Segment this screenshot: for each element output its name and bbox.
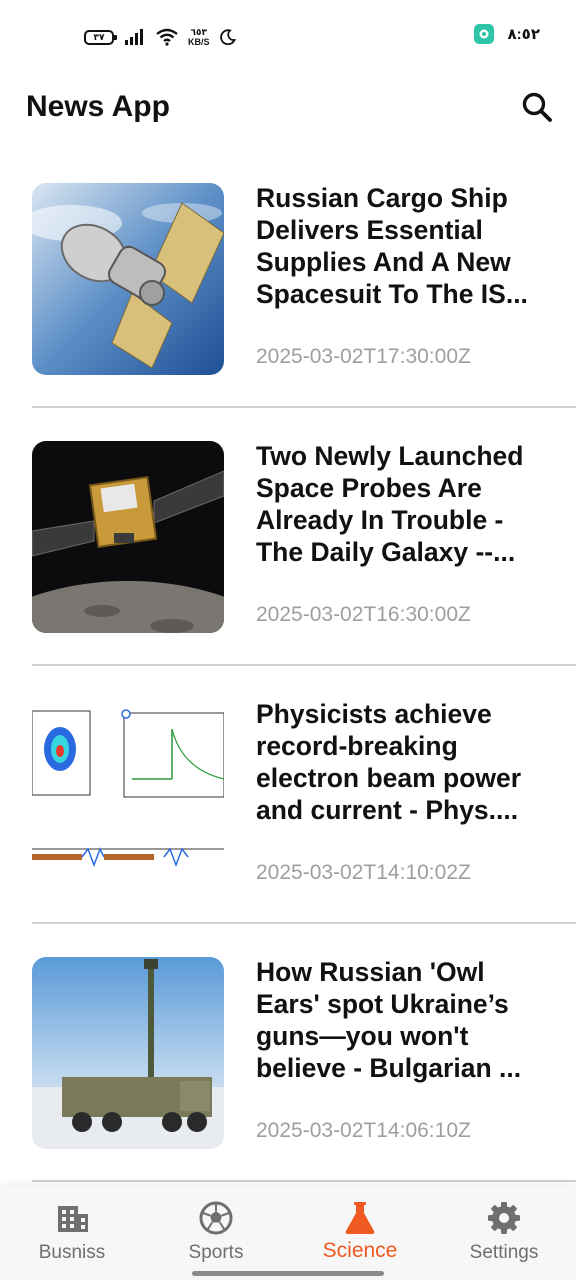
article-thumbnail (32, 183, 224, 375)
nav-item-settings[interactable]: Settings (432, 1186, 576, 1280)
article-timestamp: 2025-03-02T14:10:02Z (256, 861, 471, 884)
status-icons: ٣٧ ٦٥٣ KB/S (84, 26, 236, 48)
battery-icon: ٣٧ (84, 29, 117, 45)
net-speed-unit: KB/S (188, 37, 210, 47)
article-title: Physicists achieve record-breaking elect… (256, 699, 522, 825)
news-item[interactable]: How Russian 'Owl Ears' spot Ukraine’s gu… (0, 924, 576, 1182)
gear-icon (488, 1202, 520, 1234)
article-thumbnail (32, 957, 224, 1149)
nav-label: Busniss (38, 1242, 106, 1263)
app-title: News App (26, 90, 170, 123)
wifi-icon (156, 28, 178, 46)
nav-label: Sports (188, 1242, 244, 1263)
news-item[interactable]: Two Newly Launched Space Probes Are Alre… (0, 408, 576, 666)
article-title: Russian Cargo Ship Delivers Essential Su… (256, 183, 528, 309)
nav-item-science[interactable]: Science (288, 1186, 432, 1280)
article-timestamp: 2025-03-02T16:30:00Z (256, 603, 471, 626)
bottom-navigation: Busniss Sports Science Settings (0, 1186, 576, 1280)
article-timestamp: 2025-03-02T14:06:10Z (256, 1119, 471, 1142)
net-speed-value: ٦٥٣ (190, 27, 207, 37)
nav-item-business[interactable]: Busniss (0, 1186, 144, 1280)
nav-label: Science (322, 1239, 398, 1262)
article-timestamp: 2025-03-02T17:30:00Z (256, 345, 471, 368)
article-title: Two Newly Launched Space Probes Are Alre… (256, 441, 524, 567)
nav-label: Settings (469, 1242, 539, 1263)
net-speed: ٦٥٣ KB/S (188, 27, 210, 47)
soccer-ball-icon (199, 1201, 233, 1235)
app-bar: News App (0, 72, 576, 144)
article-thumbnail (32, 441, 224, 633)
status-right: ٨:٥٢ (473, 24, 540, 44)
news-item[interactable]: Russian Cargo Ship Delivers Essential Su… (0, 150, 576, 408)
clock: ٨:٥٢ (507, 26, 540, 43)
article-title: How Russian 'Owl Ears' spot Ukraine’s gu… (256, 957, 522, 1083)
divider (32, 1180, 576, 1182)
flask-icon (345, 1202, 375, 1234)
status-bar: ٣٧ ٦٥٣ KB/S ٨:٥٢ (0, 0, 576, 72)
nav-item-sports[interactable]: Sports (144, 1186, 288, 1280)
building-icon (58, 1206, 88, 1232)
news-list: Russian Cargo Ship Delivers Essential Su… (0, 150, 576, 1182)
home-indicator[interactable] (192, 1271, 384, 1276)
moon-icon (219, 29, 236, 45)
search-icon (522, 92, 552, 122)
news-item[interactable]: Physicists achieve record-breaking elect… (0, 666, 576, 924)
search-button[interactable] (520, 90, 554, 124)
signal-icon (125, 29, 143, 45)
article-thumbnail (32, 699, 224, 891)
chat-notification-icon (473, 24, 494, 44)
